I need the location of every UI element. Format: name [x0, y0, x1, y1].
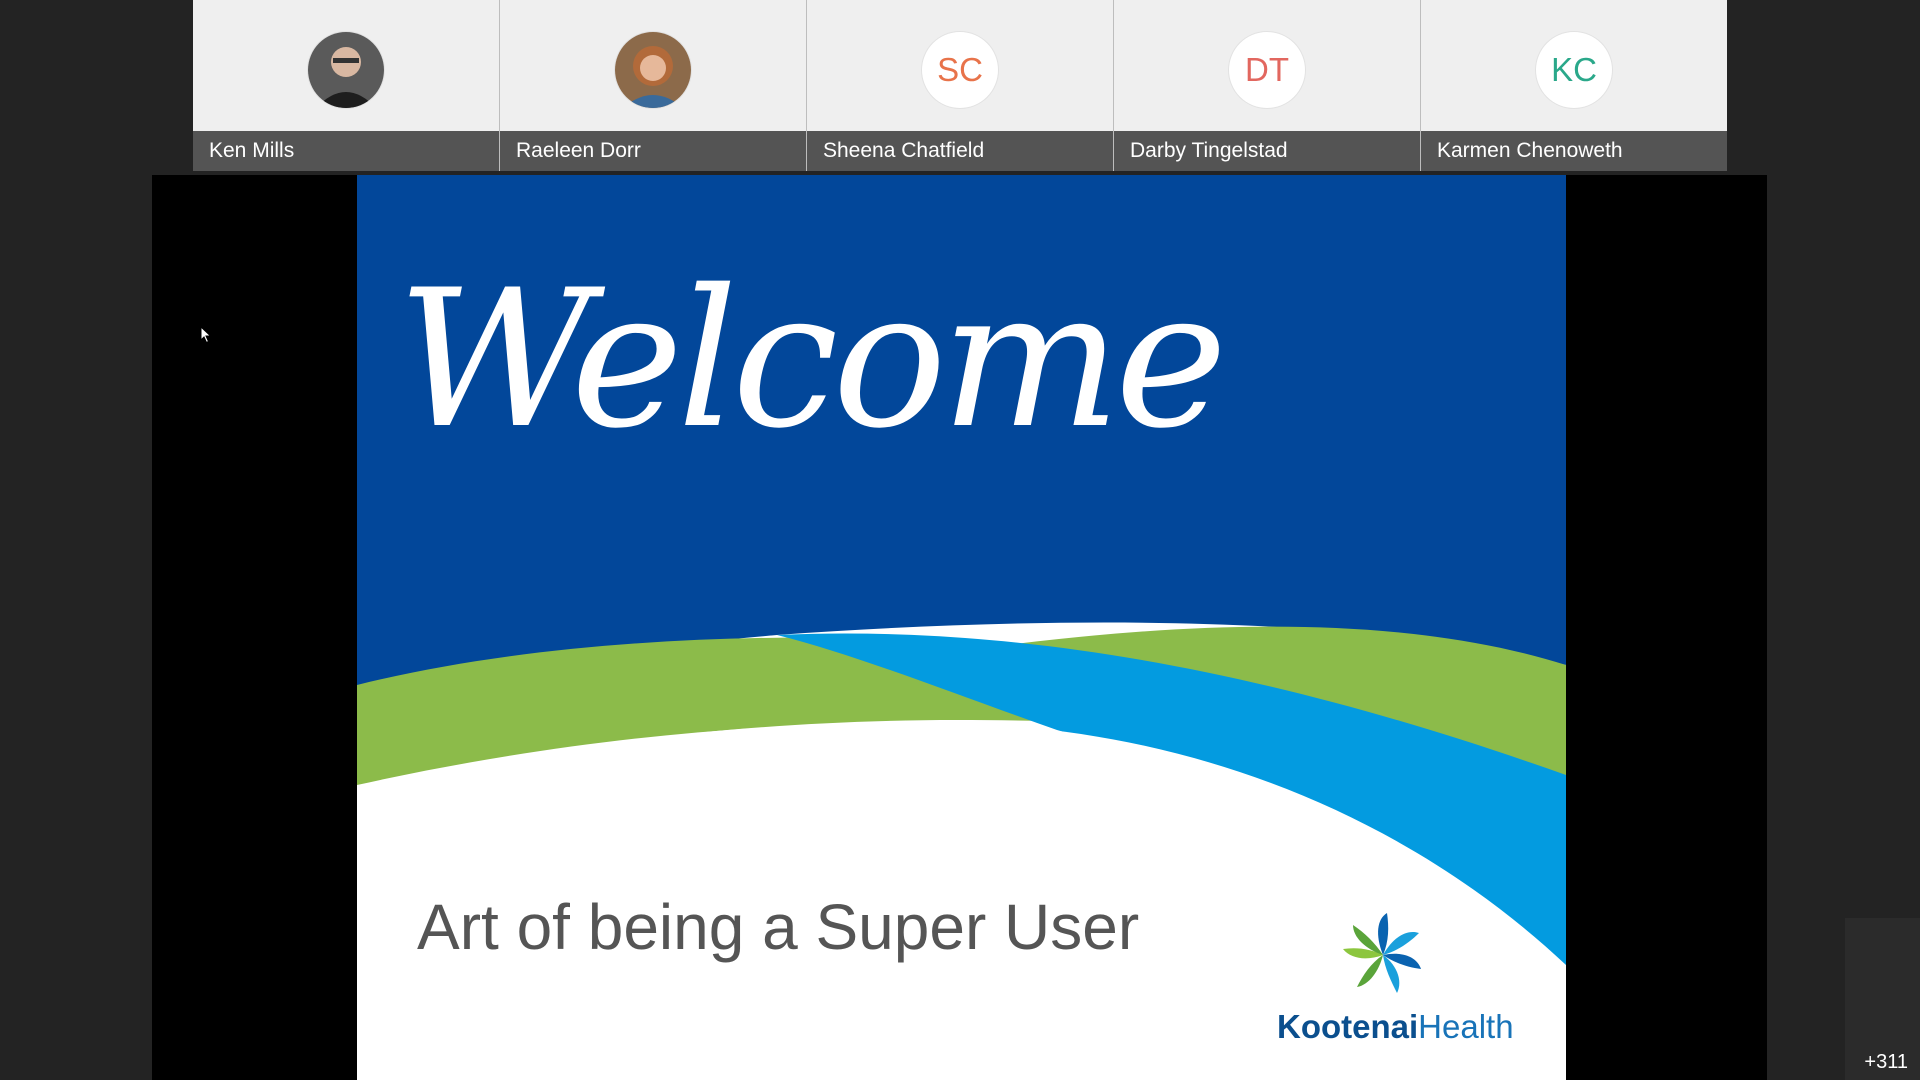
presentation-slide: Welcome Art of being a Super User Kooten…: [357, 175, 1566, 1080]
avatar-initials: SC: [937, 51, 983, 88]
participant-name: Karmen Chenoweth: [1421, 131, 1727, 171]
more-participants-tile[interactable]: +311: [1845, 918, 1920, 1080]
person-photo-icon: [308, 32, 384, 108]
participant-tile[interactable]: SC Sheena Chatfield: [807, 0, 1114, 171]
person-photo-icon: [615, 32, 691, 108]
participant-tile[interactable]: KC Karmen Chenoweth: [1421, 0, 1727, 171]
participant-tile[interactable]: Raeleen Dorr: [500, 0, 807, 171]
participant-name: Darby Tingelstad: [1114, 131, 1420, 171]
avatar-initials: KC: [1551, 51, 1597, 88]
logo-wordmark: KootenaiHealth: [1277, 1008, 1514, 1045]
meeting-window: Ken Mills Raeleen Dorr SC Sheena Chatfie…: [0, 0, 1920, 1080]
shared-screen[interactable]: Welcome Art of being a Super User Kooten…: [152, 175, 1767, 1080]
avatar: [615, 32, 691, 108]
mouse-cursor-icon: [200, 326, 212, 344]
avatar: DT: [1229, 32, 1305, 108]
avatar-initials: DT: [1245, 51, 1289, 88]
starburst-logo-icon: [1343, 913, 1421, 993]
participant-tile[interactable]: Ken Mills: [193, 0, 500, 171]
avatar: KC: [1536, 32, 1612, 108]
participant-strip: Ken Mills Raeleen Dorr SC Sheena Chatfie…: [193, 0, 1727, 171]
kootenai-health-logo: KootenaiHealth: [1277, 910, 1514, 1050]
avatar: SC: [922, 32, 998, 108]
participant-tile[interactable]: DT Darby Tingelstad: [1114, 0, 1421, 171]
participant-name: Sheena Chatfield: [807, 131, 1113, 171]
participant-name: Raeleen Dorr: [500, 131, 806, 171]
more-participants-count: +311: [1864, 1051, 1908, 1073]
slide-subtitle: Art of being a Super User: [417, 891, 1140, 963]
avatar: [308, 32, 384, 108]
participant-name: Ken Mills: [193, 131, 499, 171]
slide-title: Welcome: [397, 249, 1227, 470]
